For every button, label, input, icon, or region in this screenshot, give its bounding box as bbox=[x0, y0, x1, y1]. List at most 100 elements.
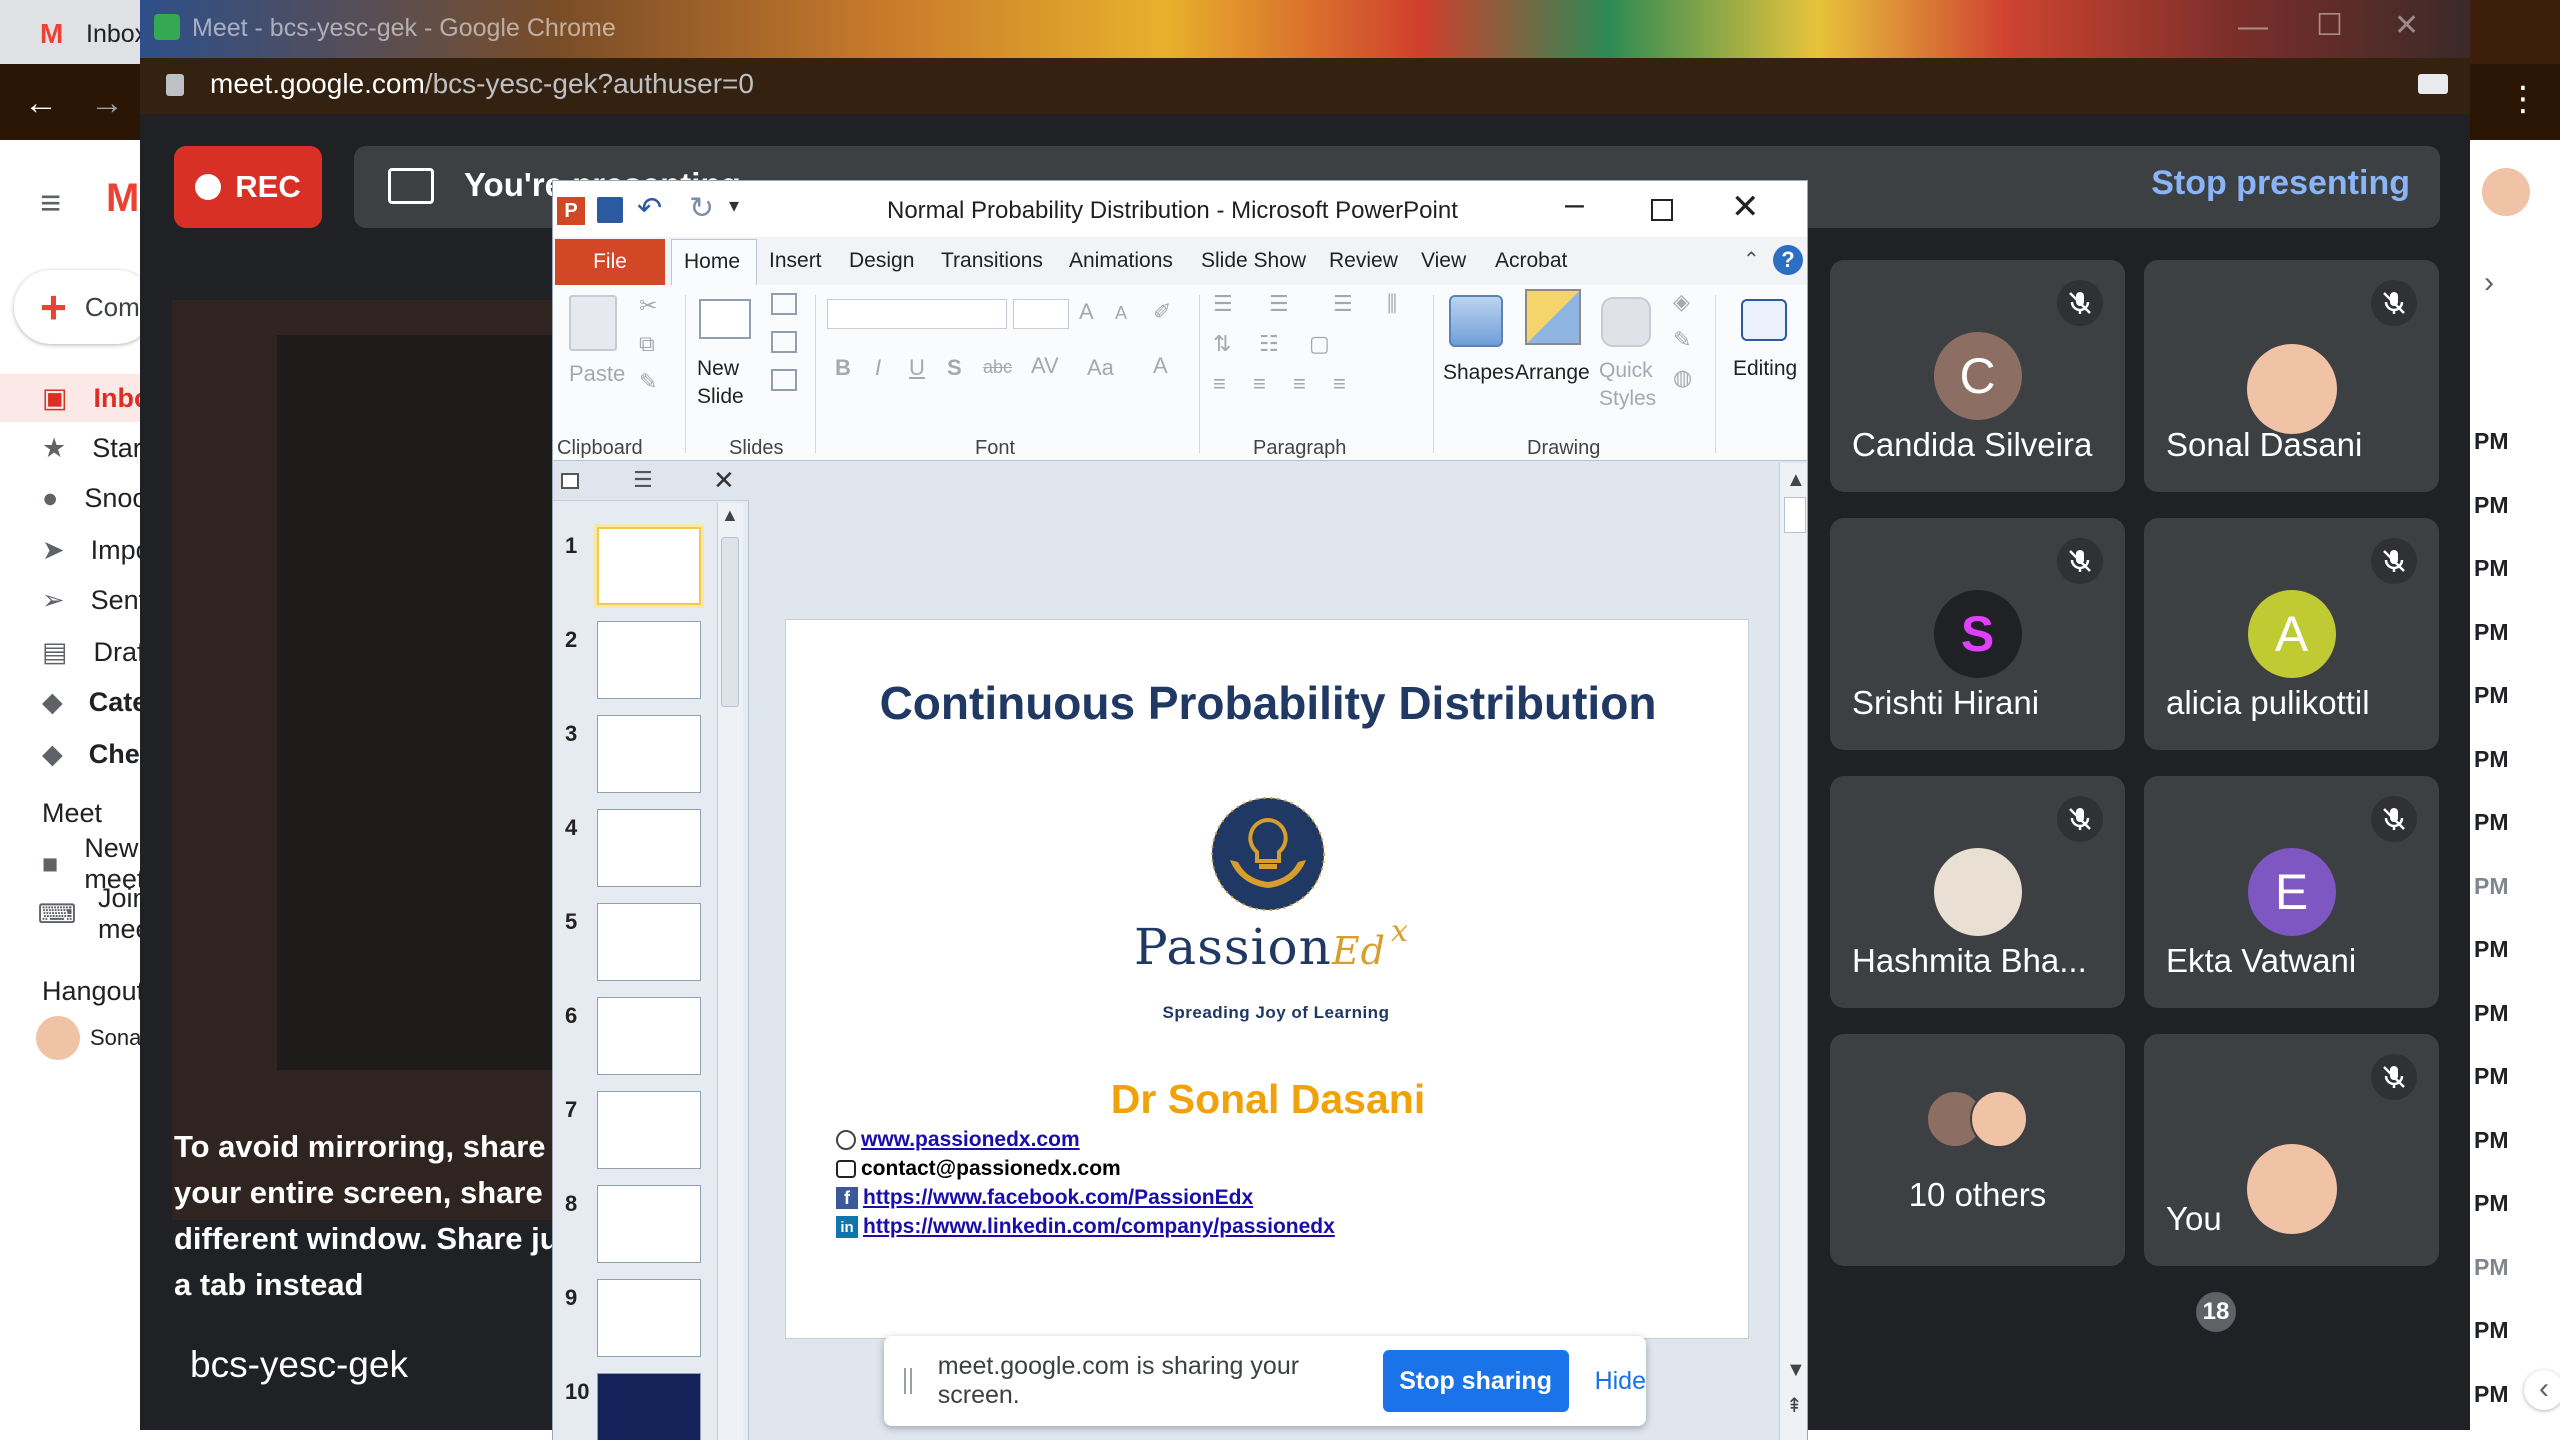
paste-button[interactable]: Paste bbox=[569, 361, 625, 387]
more-icon[interactable]: ⋮ bbox=[2506, 82, 2540, 116]
close-pane-icon[interactable]: ✕ bbox=[713, 465, 735, 496]
outline-tab-icon[interactable]: ☰ bbox=[633, 467, 653, 493]
align-left-icon[interactable]: ≡ bbox=[1213, 371, 1226, 397]
camera-icon[interactable] bbox=[2418, 74, 2448, 94]
minimize-icon[interactable]: — bbox=[2238, 10, 2268, 44]
shapes-button[interactable]: Shapes bbox=[1443, 361, 1514, 385]
slide-thumbnail-10[interactable] bbox=[597, 1373, 701, 1440]
tab-home[interactable]: Home bbox=[671, 239, 757, 287]
tab-slide-show[interactable]: Slide Show bbox=[1201, 249, 1306, 273]
slide-thumbnail-6[interactable] bbox=[597, 997, 701, 1075]
meet-address-bar[interactable]: meet.google.com/bcs-yesc-gek?authuser=0 bbox=[140, 58, 2470, 114]
char-spacing-icon[interactable]: AV bbox=[1031, 353, 1059, 379]
slide-thumbnail-1[interactable] bbox=[597, 527, 701, 605]
tab-acrobat[interactable]: Acrobat bbox=[1495, 249, 1567, 273]
tab-file[interactable]: File bbox=[555, 239, 665, 285]
menu-icon[interactable]: ≡ bbox=[40, 182, 61, 224]
sidebar-item-checked[interactable]: ◆Checked bbox=[0, 730, 201, 778]
facebook-link[interactable]: https://www.facebook.com/PassionEdx bbox=[863, 1186, 1253, 1210]
arrange-button[interactable]: Arrange bbox=[1515, 361, 1590, 385]
forward-icon[interactable]: → bbox=[90, 86, 124, 120]
thumb-scroll-thumb[interactable] bbox=[721, 537, 739, 707]
linkedin-link[interactable]: https://www.linkedin.com/company/passion… bbox=[863, 1215, 1335, 1239]
participant-tile-candida-silveira[interactable]: C Candida Silveira bbox=[1830, 260, 2125, 492]
participant-tile-ekta-vatwani[interactable]: E Ekta Vatwani bbox=[2144, 776, 2439, 1008]
recording-indicator[interactable]: REC bbox=[174, 146, 322, 228]
grow-font-icon[interactable]: A bbox=[1079, 299, 1094, 325]
url-text[interactable]: meet.google.com/bcs-yesc-gek?authuser=0 bbox=[210, 68, 754, 100]
help-icon[interactable]: ? bbox=[1773, 245, 1803, 275]
undo-icon[interactable]: ↶ bbox=[637, 191, 662, 226]
slide-thumbnail-5[interactable] bbox=[597, 903, 701, 981]
binoculars-icon[interactable] bbox=[1741, 299, 1787, 341]
tab-review[interactable]: Review bbox=[1329, 249, 1398, 273]
quick-access-dropdown-icon[interactable]: ▾ bbox=[729, 193, 739, 218]
slide-thumbnail-3[interactable] bbox=[597, 715, 701, 793]
stop-sharing-button[interactable]: Stop sharing bbox=[1382, 1350, 1569, 1412]
arrange-icon[interactable] bbox=[1525, 289, 1581, 345]
reset-icon[interactable] bbox=[771, 331, 797, 353]
sidebar-item-sent[interactable]: ➢ Sent bbox=[0, 576, 146, 624]
prev-slide-icon[interactable]: ⇞ bbox=[1786, 1393, 1803, 1418]
sidebar-item-new-meeting[interactable]: ■ New meeting bbox=[0, 833, 180, 894]
quick-styles-button[interactable]: Quick Styles bbox=[1599, 357, 1663, 413]
website-link[interactable]: www.passionedx.com bbox=[861, 1128, 1080, 1152]
chevron-left-icon[interactable]: ‹ bbox=[2524, 1370, 2560, 1410]
smartart-icon[interactable]: ▢ bbox=[1309, 331, 1330, 357]
minimize-icon[interactable]: – bbox=[1565, 185, 1584, 224]
sidebar-item-important[interactable]: ➤Important bbox=[0, 526, 205, 574]
slide-thumbnail-7[interactable] bbox=[597, 1091, 701, 1169]
participant-tile-sonal-dasani[interactable]: Sonal Dasani bbox=[2144, 260, 2439, 492]
tab-view[interactable]: View bbox=[1421, 249, 1466, 273]
cut-icon[interactable]: ✂ bbox=[639, 293, 657, 319]
sidebar-item-categories[interactable]: ◆Categories bbox=[0, 678, 228, 726]
justify-icon[interactable]: ≡ bbox=[1333, 371, 1346, 397]
strikethrough-icon[interactable]: abc bbox=[983, 357, 1012, 378]
numbering-icon[interactable]: ☰ bbox=[1269, 291, 1289, 317]
participant-tile-alicia-pulikottil[interactable]: Aalicia pulikottil bbox=[2144, 518, 2439, 750]
align-text-icon[interactable]: ☷ bbox=[1259, 331, 1279, 357]
bold-icon[interactable]: B bbox=[835, 355, 851, 381]
close-icon[interactable]: ✕ bbox=[2394, 8, 2419, 43]
avatar[interactable] bbox=[2480, 166, 2532, 218]
layout-icon[interactable] bbox=[771, 293, 797, 315]
sidebar-item-join-meeting[interactable]: ⌨Join a meeting bbox=[0, 883, 195, 944]
participant-tile-others[interactable]: 10 others bbox=[1830, 1034, 2125, 1266]
slide-thumbnail-8[interactable] bbox=[597, 1185, 701, 1263]
participant-tile-srishti-hirani[interactable]: S Srishti Hirani bbox=[1830, 518, 2125, 750]
hangouts-user[interactable]: Sonal bbox=[36, 1016, 146, 1060]
slides-tab-icon[interactable] bbox=[561, 473, 579, 489]
quick-styles-icon[interactable] bbox=[1601, 297, 1651, 347]
compose-button[interactable]: + Compose bbox=[14, 270, 196, 344]
participant-tile-hashmita[interactable]: Hashmita Bha... bbox=[1830, 776, 2125, 1008]
tab-insert[interactable]: Insert bbox=[769, 249, 822, 273]
slide-scrollbar[interactable]: ▲ ▼ ⇞ bbox=[1779, 463, 1807, 1440]
sidebar-item-drafts[interactable]: ▤ Drafts bbox=[0, 628, 166, 676]
scroll-down-icon[interactable]: ▼ bbox=[1786, 1359, 1806, 1382]
chevron-right-icon[interactable]: › bbox=[2484, 266, 2494, 300]
shape-fill-icon[interactable]: ◈ bbox=[1673, 289, 1690, 315]
section-icon[interactable] bbox=[771, 369, 797, 391]
align-center-icon[interactable]: ≡ bbox=[1253, 371, 1266, 397]
slide-thumbnail-9[interactable] bbox=[597, 1279, 701, 1357]
redo-icon[interactable]: ↻ bbox=[689, 191, 714, 226]
sidebar-item-snoozed[interactable]: ● Snoozed bbox=[0, 474, 191, 522]
close-icon[interactable]: ✕ bbox=[1731, 187, 1760, 227]
hide-button[interactable]: Hide bbox=[1595, 1367, 1646, 1396]
copy-icon[interactable]: ⧉ bbox=[639, 331, 655, 357]
scroll-up-icon[interactable]: ▲ bbox=[1786, 469, 1806, 492]
bullets-icon[interactable]: ☰ bbox=[1213, 291, 1233, 317]
tab-design[interactable]: Design bbox=[849, 249, 914, 273]
tab-transitions[interactable]: Transitions bbox=[941, 249, 1043, 273]
maximize-icon[interactable] bbox=[1651, 199, 1673, 221]
scroll-up-icon[interactable]: ▲ bbox=[721, 505, 739, 526]
change-case-icon[interactable]: Aa bbox=[1087, 355, 1114, 381]
columns-icon[interactable]: ⫼ bbox=[1387, 291, 1397, 317]
format-painter-icon[interactable]: ✎ bbox=[639, 369, 657, 395]
clear-format-icon[interactable]: ✐ bbox=[1153, 299, 1171, 325]
minimize-ribbon-icon[interactable]: ⌃ bbox=[1743, 247, 1760, 272]
shape-effects-icon[interactable]: ◍ bbox=[1673, 365, 1692, 391]
font-name-box[interactable] bbox=[827, 299, 1007, 329]
drag-handle-icon[interactable] bbox=[904, 1368, 912, 1394]
slide-thumbnail-4[interactable] bbox=[597, 809, 701, 887]
